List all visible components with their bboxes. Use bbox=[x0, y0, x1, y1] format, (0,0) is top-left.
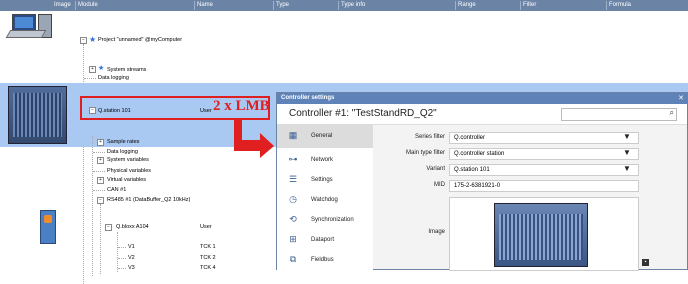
main-type-filter-value: Q.controller station bbox=[454, 151, 505, 157]
chevron-down-icon[interactable]: ▼ bbox=[623, 164, 631, 173]
channel-type: TCK 1 bbox=[200, 244, 216, 250]
chevron-down-icon[interactable]: ▼ bbox=[623, 132, 631, 141]
nav-general[interactable]: ▦ General bbox=[277, 124, 373, 148]
expand-sample-rates-icon[interactable]: + bbox=[97, 139, 104, 146]
star-icon: ★ bbox=[89, 35, 97, 44]
expand-system-variables-icon[interactable]: + bbox=[97, 157, 104, 164]
search-icon[interactable]: ⌕ bbox=[670, 108, 674, 118]
dataport-icon: ⊞ bbox=[289, 234, 297, 244]
main-type-filter-label: Main type filter bbox=[405, 150, 445, 156]
dialog-heading: Controller #1: "TestStandRD_Q2" bbox=[289, 108, 437, 119]
mid-label: MID bbox=[434, 182, 445, 188]
column-name[interactable]: Name bbox=[197, 2, 213, 8]
rs485-node[interactable]: RS485 #1 (DataBuffer_Q2 10kHz) bbox=[107, 197, 190, 203]
column-range[interactable]: Range bbox=[458, 2, 476, 8]
dialog-header: Controller #1: "TestStandRD_Q2" ⌕ bbox=[277, 104, 687, 125]
can-node[interactable]: CAN #1 bbox=[107, 187, 126, 193]
mid-field[interactable]: 175-2-6381921-0 bbox=[449, 180, 639, 192]
nav-label: Synchronization bbox=[311, 217, 354, 223]
controller-image-box bbox=[449, 197, 639, 271]
bloxx-node[interactable]: Q.bloxx A104 bbox=[116, 224, 149, 230]
watchdog-icon: ◷ bbox=[289, 194, 297, 204]
nav-label: Fieldbus bbox=[311, 257, 334, 263]
variant-value: Q.station 101 bbox=[454, 167, 490, 173]
image-label: Image bbox=[428, 229, 445, 235]
column-type-info[interactable]: Type info bbox=[341, 2, 365, 8]
main-type-filter-select[interactable]: Q.controller station bbox=[449, 148, 639, 160]
dialog-titlebar[interactable]: Controller settings ✕ bbox=[277, 93, 687, 104]
double-click-annotation: 2 x LMB bbox=[213, 98, 270, 114]
channel-row[interactable]: V2 bbox=[128, 255, 135, 261]
series-filter-label: Series filter bbox=[414, 134, 445, 140]
column-image[interactable]: Image bbox=[54, 2, 71, 8]
fieldbus-icon: ⧉ bbox=[289, 254, 297, 264]
column-header-bar: Image Module Name Type Type info Range F… bbox=[0, 0, 688, 11]
dialog-window-title: Controller settings bbox=[281, 95, 335, 101]
nav-label: Watchdog bbox=[311, 197, 338, 203]
nav-label: General bbox=[311, 133, 333, 139]
close-icon[interactable]: ✕ bbox=[678, 94, 684, 102]
variant-label: Variant bbox=[426, 166, 445, 172]
red-arrow-icon bbox=[234, 118, 274, 158]
general-icon: ▦ bbox=[288, 130, 298, 140]
data-logging-node-2[interactable]: Data logging bbox=[107, 149, 138, 155]
network-icon: ⊶ bbox=[288, 154, 298, 164]
station-image bbox=[8, 86, 67, 144]
collapse-rs485-icon[interactable]: − bbox=[97, 197, 104, 204]
channel-row[interactable]: V3 bbox=[128, 265, 135, 271]
physical-variables-node[interactable]: Physical variables bbox=[107, 168, 151, 174]
star-icon: ★ bbox=[98, 65, 105, 72]
expand-system-streams-icon[interactable]: + bbox=[89, 66, 96, 73]
collapse-project-icon[interactable]: − bbox=[80, 37, 87, 44]
channel-row[interactable]: V1 bbox=[128, 244, 135, 250]
variant-select[interactable]: Q.station 101 bbox=[449, 164, 639, 176]
series-filter-select[interactable]: Q.controller bbox=[449, 132, 639, 144]
sample-rates-node[interactable]: Sample rates bbox=[107, 139, 139, 145]
project-node[interactable]: Project "unnamed" @myComputer bbox=[98, 37, 182, 43]
bloxx-image bbox=[40, 210, 56, 244]
controller-settings-dialog: Controller settings ✕ Controller #1: "Te… bbox=[276, 92, 688, 271]
column-formula[interactable]: Formula bbox=[609, 2, 631, 8]
system-streams-node[interactable]: System streams bbox=[107, 67, 146, 73]
channel-type: TCK 4 bbox=[200, 265, 216, 271]
nav-fieldbus[interactable]: ⧉ Fieldbus bbox=[277, 248, 373, 272]
bloxx-type: User bbox=[200, 224, 212, 230]
column-module[interactable]: Module bbox=[78, 2, 98, 8]
expand-virtual-variables-icon[interactable]: + bbox=[97, 177, 104, 184]
column-type[interactable]: Type bbox=[276, 2, 289, 8]
system-variables-node[interactable]: System variables bbox=[107, 157, 149, 163]
synchronization-icon: ⟲ bbox=[289, 214, 297, 224]
chevron-down-icon[interactable]: ▼ bbox=[623, 148, 631, 157]
nav-label: Settings bbox=[311, 177, 333, 183]
column-filter[interactable]: Filter bbox=[523, 2, 536, 8]
collapse-bloxx-icon[interactable]: − bbox=[105, 224, 112, 231]
virtual-variables-node[interactable]: Virtual variables bbox=[107, 177, 146, 183]
controller-image bbox=[494, 203, 588, 267]
data-logging-node[interactable]: Data logging bbox=[98, 75, 129, 81]
image-menu-icon[interactable]: ▪ bbox=[642, 259, 649, 266]
settings-nav: ▦ General ⊶ Network ☰ Settings ◷ Watchdo… bbox=[277, 124, 373, 271]
settings-icon: ☰ bbox=[288, 174, 298, 184]
search-input[interactable]: ⌕ bbox=[561, 108, 677, 121]
mid-value: 175-2-6381921-0 bbox=[454, 183, 501, 189]
nav-label: Network bbox=[311, 157, 334, 163]
series-filter-value: Q.controller bbox=[454, 135, 486, 141]
nav-label: Dataport bbox=[311, 237, 335, 243]
channel-type: TCK 2 bbox=[200, 255, 216, 261]
